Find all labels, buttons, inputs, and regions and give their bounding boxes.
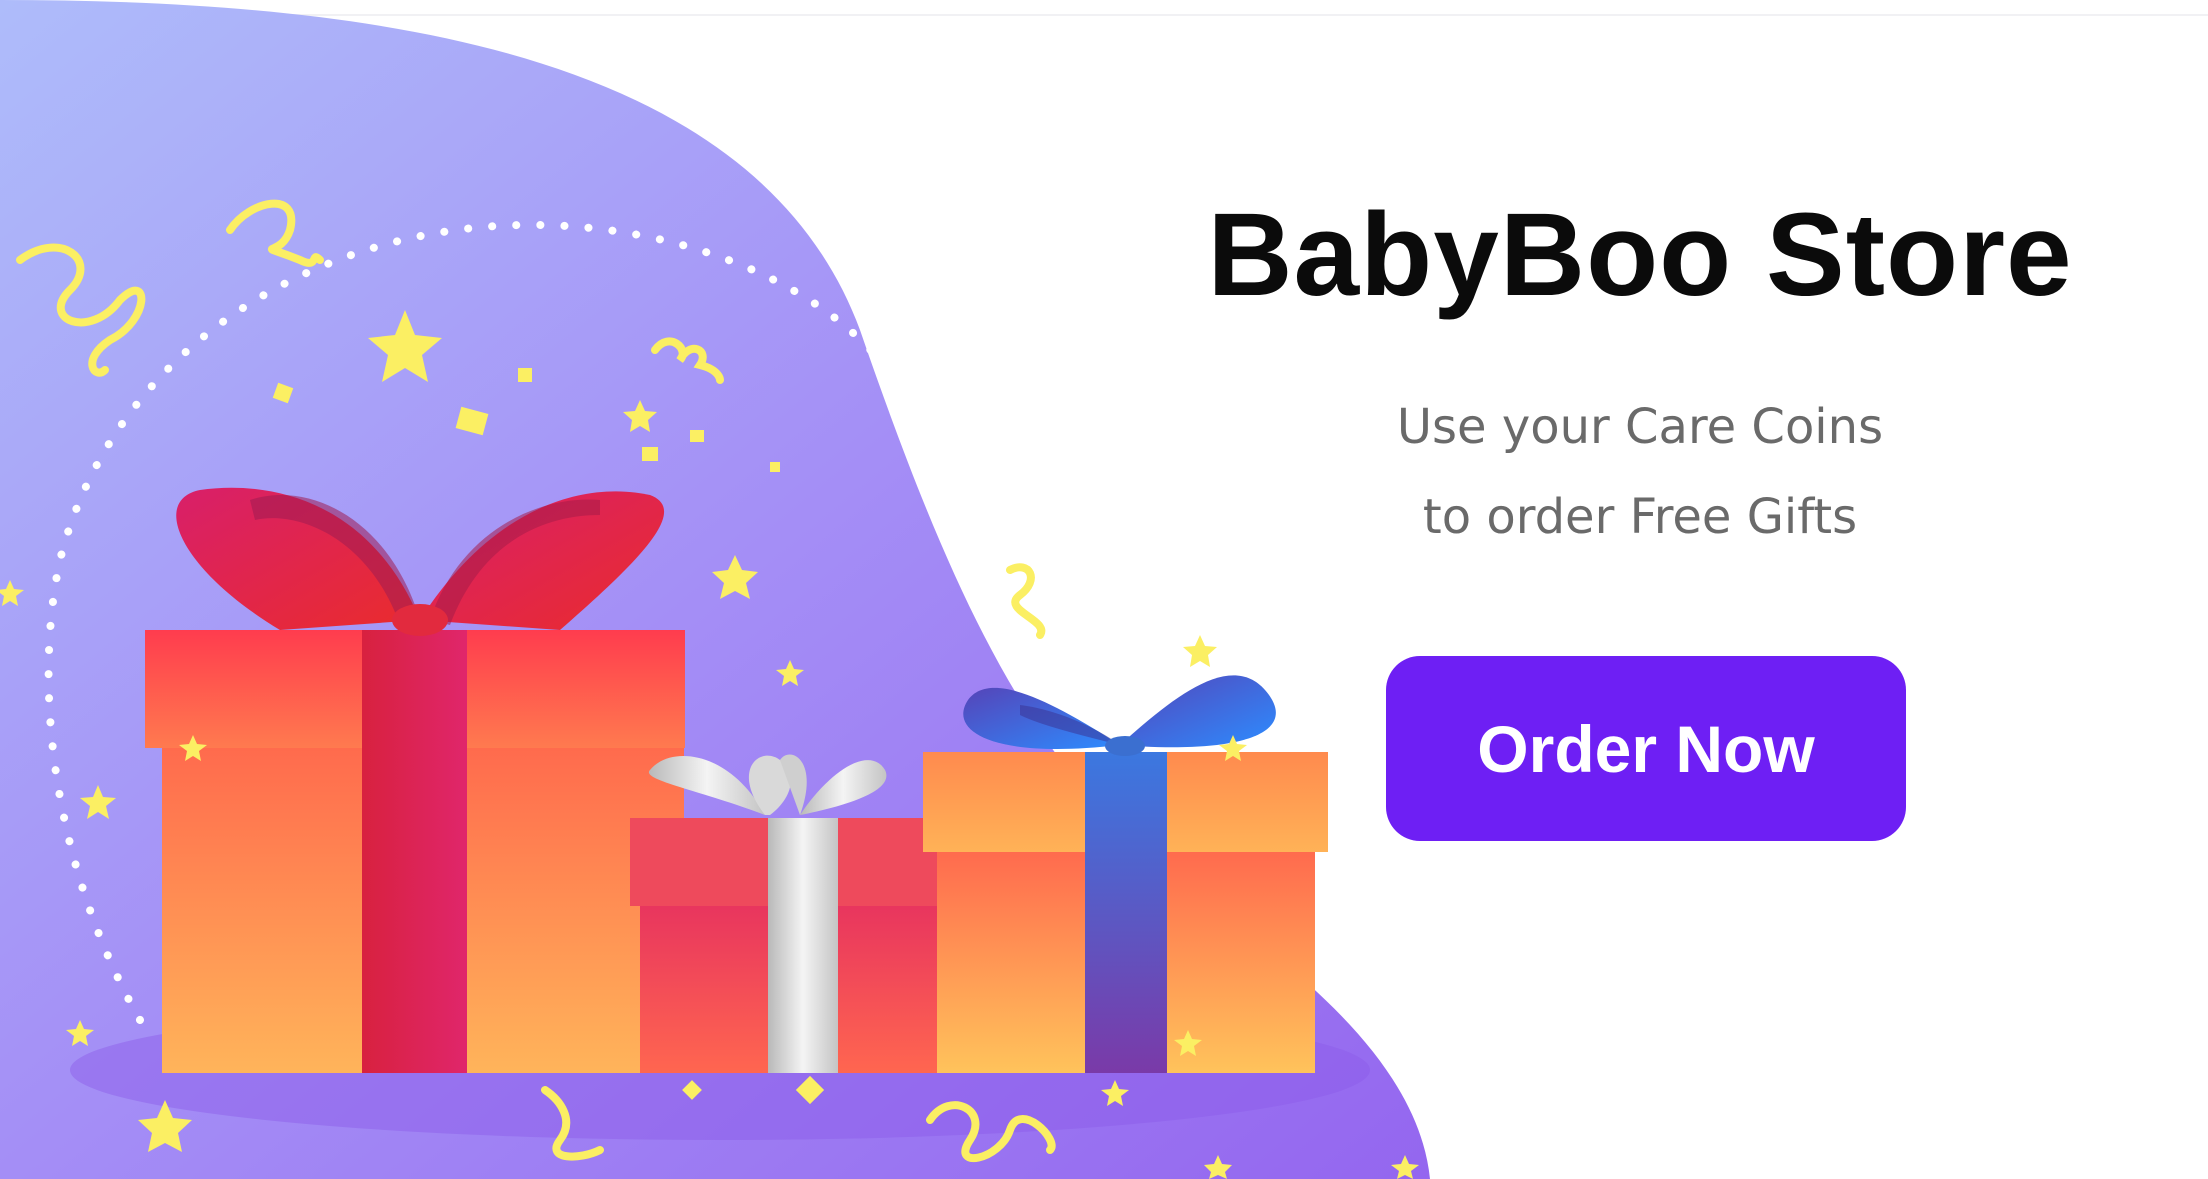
subtitle-line-2: to order Free Gifts (1422, 489, 1858, 545)
small-gift-icon (923, 675, 1328, 1073)
store-title: BabyBoo Store (1207, 189, 2073, 321)
subtitle-line-1: Use your Care Coins (1396, 399, 1884, 455)
order-now-button[interactable]: Order Now (1386, 656, 1906, 841)
babyboo-store-banner: BabyBoo Store Use your Care Coins to ord… (0, 0, 2208, 1179)
gifts-illustration (0, 0, 1430, 1179)
store-text-block: BabyBoo Store Use your Care Coins to ord… (1200, 180, 2080, 562)
store-subtitle: Use your Care Coins to order Free Gifts (1200, 382, 2080, 562)
